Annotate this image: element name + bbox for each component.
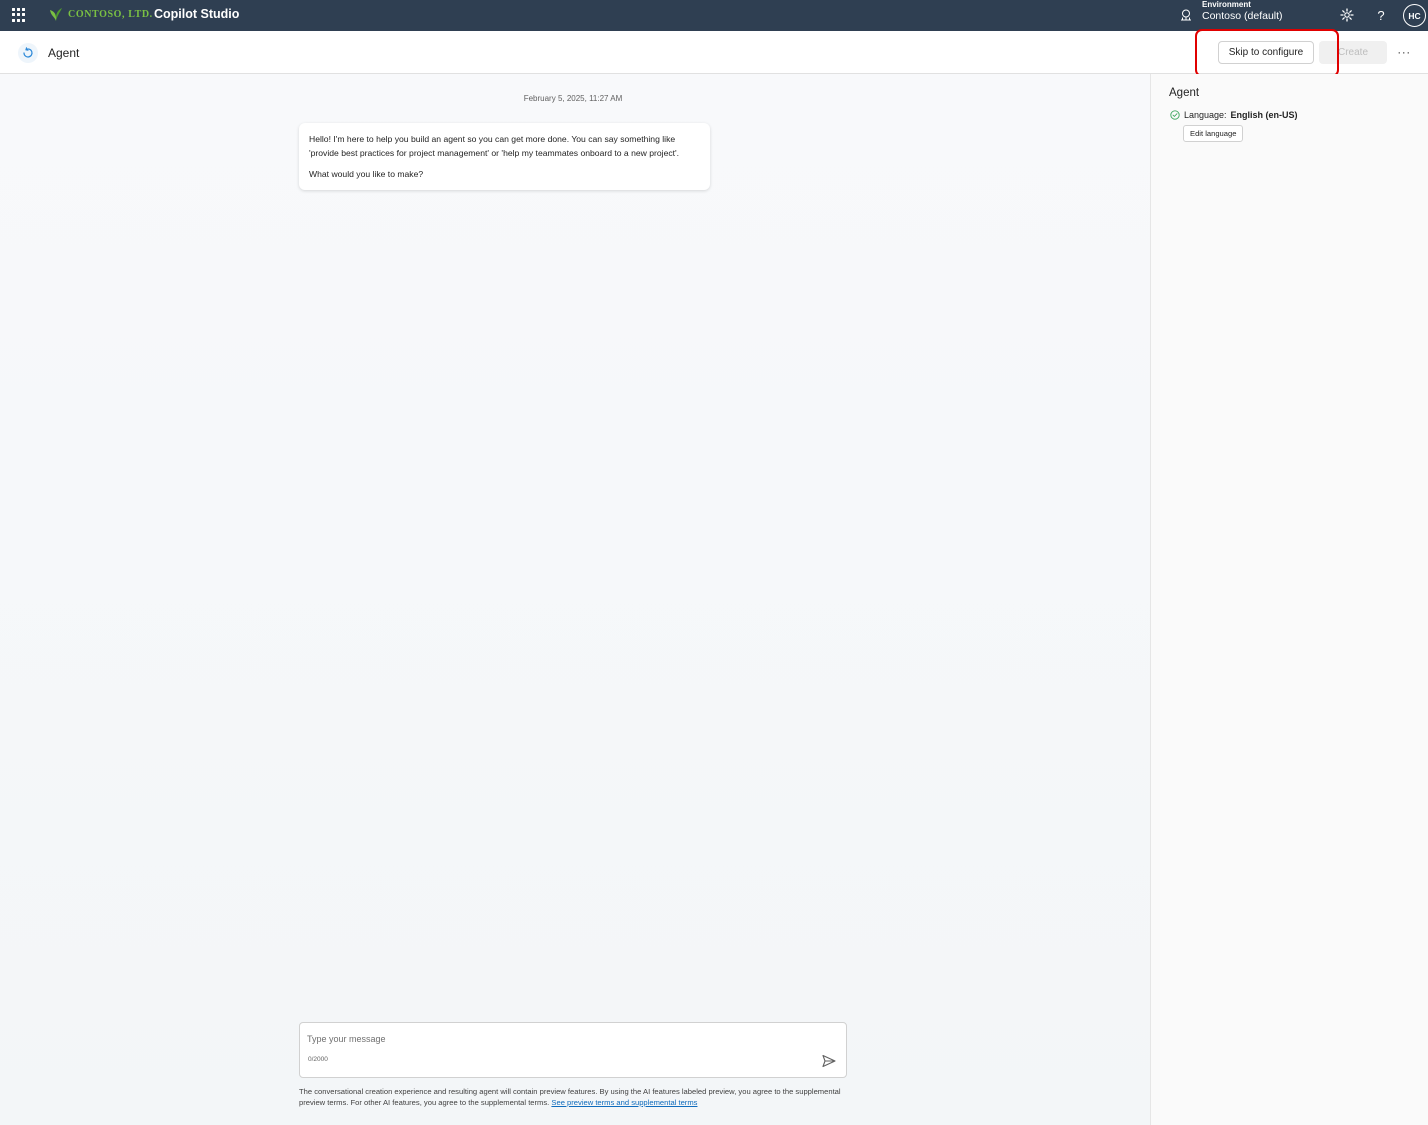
language-label: Language: <box>1184 110 1227 120</box>
skip-to-configure-button[interactable]: Skip to configure <box>1218 41 1314 64</box>
edit-language-button[interactable]: Edit language <box>1183 125 1244 142</box>
more-options-icon[interactable]: ··· <box>1394 42 1414 62</box>
language-value: English (en-US) <box>1230 110 1298 120</box>
preview-disclaimer: The conversational creation experience a… <box>299 1086 855 1108</box>
brand-name: CONTOSO, LTD. <box>68 8 153 20</box>
environment-picker[interactable]: Environment Contoso (default) <box>1202 0 1283 23</box>
product-name[interactable]: Copilot Studio <box>154 7 239 21</box>
message-input[interactable] <box>307 1031 807 1046</box>
message-paragraph: Hello! I'm here to help you build an age… <box>309 134 680 158</box>
create-button[interactable]: Create <box>1319 41 1387 64</box>
brand-logo[interactable]: CONTOSO, LTD. <box>48 6 153 22</box>
leaf-icon <box>50 8 62 21</box>
environment-label: Environment <box>1202 0 1251 9</box>
check-circle-icon <box>1170 110 1180 120</box>
panel-title: Agent <box>1169 87 1200 99</box>
agent-header: Agent Skip to configure Create ··· <box>0 31 1428 74</box>
message-composer: 0/2000 <box>299 1022 847 1078</box>
environment-value: Contoso (default) <box>1202 10 1283 23</box>
help-icon[interactable]: ? <box>1372 6 1390 24</box>
send-icon[interactable] <box>821 1053 837 1069</box>
chat-area: February 5, 2025, 11:27 AM Hello! I'm he… <box>0 74 1150 1125</box>
message-timestamp: February 5, 2025, 11:27 AM <box>523 94 623 103</box>
character-counter: 0/2000 <box>308 1056 328 1063</box>
assistant-message: Hello! I'm here to help you build an age… <box>299 123 710 190</box>
preview-terms-link[interactable]: See preview terms and supplemental terms <box>551 1098 697 1107</box>
app-launcher-icon[interactable] <box>12 8 26 22</box>
settings-gear-icon[interactable] <box>1338 6 1356 24</box>
top-bar: CONTOSO, LTD. Copilot Studio Environment… <box>0 0 1428 31</box>
page-title: Agent <box>48 46 80 60</box>
agent-icon <box>18 43 38 63</box>
message-paragraph: What would you like to make? <box>309 169 424 179</box>
language-row: Language: English (en-US) <box>1170 110 1298 120</box>
user-avatar[interactable]: HC <box>1403 4 1426 27</box>
environment-icon[interactable] <box>1179 8 1193 22</box>
agent-details-panel: Agent Language: English (en-US) Edit lan… <box>1150 74 1428 1125</box>
